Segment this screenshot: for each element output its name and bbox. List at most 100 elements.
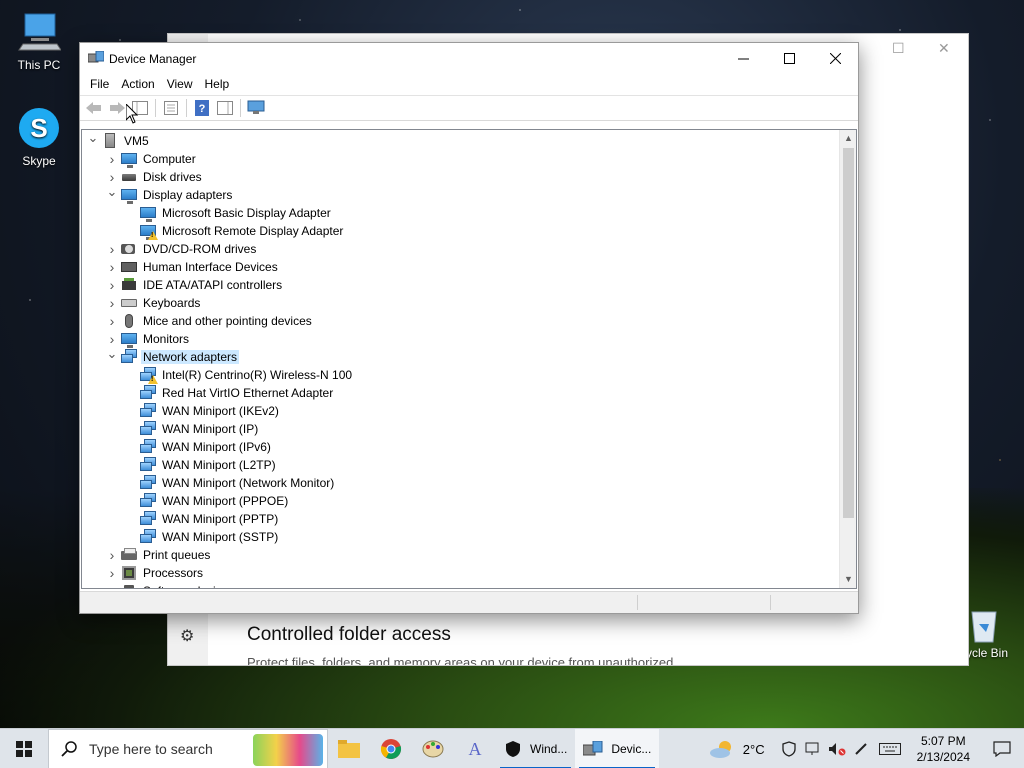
network-tray-icon[interactable] (801, 729, 825, 768)
tree-item[interactable]: WAN Miniport (IPv6) (124, 438, 273, 456)
tree-item[interactable]: ⌄ Network adapters (105, 346, 240, 366)
keyboard-tray-icon[interactable] (873, 729, 907, 768)
menu-help[interactable]: Help (199, 77, 236, 91)
tree-item[interactable]: › DVD/CD-ROM drives (105, 240, 258, 258)
tree-item[interactable]: › Print queues (105, 546, 212, 564)
tree-item[interactable]: › Software devices (105, 582, 236, 588)
volume-tray-icon[interactable] (825, 729, 849, 768)
system-tray: 2°C 5:07 PM 2/13/2024 (709, 729, 1024, 768)
close-icon[interactable]: ✕ (938, 40, 950, 57)
scroll-down-icon[interactable]: ▼ (840, 571, 856, 588)
recycle-bin-icon (971, 611, 997, 643)
tree-item-label: WAN Miniport (L2TP) (162, 458, 276, 472)
tree-item[interactable]: WAN Miniport (Network Monitor) (124, 474, 336, 492)
minimize-icon (737, 58, 749, 59)
desktop-icon-skype[interactable]: S Skype (4, 106, 74, 168)
chevron-right-icon[interactable]: › (105, 241, 119, 257)
pen-icon (854, 743, 867, 755)
chevron-down-icon[interactable]: ⌄ (105, 346, 119, 362)
weather-widget[interactable]: 2°C (709, 739, 765, 759)
clock[interactable]: 5:07 PM 2/13/2024 (907, 733, 980, 765)
back-button[interactable] (84, 98, 104, 118)
chrome-taskbar-button[interactable] (370, 729, 412, 768)
tree-item[interactable]: Microsoft Basic Display Adapter (124, 204, 333, 222)
help-icon: ? (195, 100, 209, 116)
maximize-button[interactable] (766, 43, 812, 73)
network-adapter-icon (121, 349, 137, 365)
chevron-right-icon[interactable]: › (105, 547, 119, 563)
scroll-up-icon[interactable]: ▲ (840, 130, 856, 147)
tree-item[interactable]: › Processors (105, 564, 205, 582)
tree-item[interactable]: WAN Miniport (PPTP) (124, 510, 280, 528)
help-button[interactable]: ? (192, 98, 212, 118)
close-button[interactable] (812, 43, 858, 73)
tree-item[interactable]: Intel(R) Centrino(R) Wireless-N 100 (124, 366, 354, 384)
chevron-right-icon[interactable]: › (105, 151, 119, 167)
chevron-right-icon[interactable]: › (105, 313, 119, 329)
tree-item[interactable]: WAN Miniport (PPPOE) (124, 492, 290, 510)
tree-item[interactable]: Microsoft Remote Display Adapter (124, 222, 345, 240)
tree-item[interactable]: › Disk drives (105, 168, 204, 186)
tree-item[interactable]: › Human Interface Devices (105, 258, 280, 276)
security-tray-icon[interactable] (777, 729, 801, 768)
disk-drive-icon (121, 169, 137, 185)
printer-icon (121, 547, 137, 563)
scan-hardware-button[interactable] (246, 98, 266, 118)
tree-item[interactable]: › Computer (105, 150, 198, 168)
tree-item[interactable]: › Keyboards (105, 294, 202, 312)
chevron-right-icon[interactable]: › (105, 331, 119, 347)
chevron-right-icon[interactable]: › (105, 277, 119, 293)
volume-muted-icon (828, 743, 846, 756)
file-explorer-taskbar-button[interactable] (328, 729, 370, 768)
monitor-icon (121, 331, 137, 348)
properties-button[interactable] (161, 98, 181, 118)
taskbar: Type here to search A Wind... Devic... 2… (0, 728, 1024, 768)
chevron-right-icon[interactable]: › (105, 565, 119, 581)
tree-item-label: Human Interface Devices (143, 260, 278, 274)
tree-item[interactable]: Red Hat VirtIO Ethernet Adapter (124, 384, 335, 402)
tree-item[interactable]: › Mice and other pointing devices (105, 312, 314, 330)
pen-tray-icon[interactable] (849, 729, 873, 768)
palette-icon (422, 740, 444, 757)
vertical-scrollbar[interactable]: ▲ ▼ (839, 130, 856, 588)
chevron-right-icon[interactable]: › (105, 295, 119, 311)
display-adapter-icon (121, 187, 137, 204)
search-highlight-image (253, 733, 323, 766)
menu-action[interactable]: Action (115, 77, 160, 91)
tree-item[interactable]: WAN Miniport (IKEv2) (124, 402, 281, 420)
windows-security-taskbar-button[interactable]: Wind... (496, 729, 575, 768)
menu-bar: File Action View Help (80, 73, 858, 95)
desktop-icon-this-pc[interactable]: This PC (4, 10, 74, 72)
chevron-down-icon[interactable]: ⌄ (86, 130, 100, 146)
tree-item[interactable]: WAN Miniport (SSTP) (124, 528, 280, 546)
tree-item[interactable]: ⌄ VM5 (86, 130, 151, 150)
title-bar[interactable]: Device Manager (80, 43, 858, 73)
minimize-button[interactable] (720, 43, 766, 73)
scrollbar-thumb[interactable] (843, 148, 854, 518)
search-box[interactable]: Type here to search (48, 728, 328, 768)
chevron-right-icon[interactable]: › (105, 259, 119, 275)
tree-item[interactable]: ⌄ Display adapters (105, 184, 234, 204)
notification-center-button[interactable] (980, 729, 1024, 768)
editor-taskbar-button[interactable]: A (454, 729, 496, 768)
device-manager-taskbar-button[interactable]: Devic... (575, 728, 660, 768)
window-title: Device Manager (109, 52, 197, 66)
weather-temperature: 2°C (742, 741, 765, 757)
start-button[interactable] (0, 729, 48, 768)
chevron-right-icon[interactable]: › (105, 169, 119, 185)
tree-item-label: Microsoft Basic Display Adapter (162, 206, 331, 220)
paint-taskbar-button[interactable] (412, 729, 454, 768)
action-pane-button[interactable] (215, 98, 235, 118)
tree-item[interactable]: WAN Miniport (IP) (124, 420, 260, 438)
menu-file[interactable]: File (84, 77, 115, 91)
chevron-right-icon[interactable]: › (105, 583, 119, 588)
tree-item[interactable]: WAN Miniport (L2TP) (124, 456, 278, 474)
gear-icon[interactable]: ⚙ (180, 626, 194, 646)
menu-view[interactable]: View (161, 77, 199, 91)
tree-item[interactable]: › IDE ATA/ATAPI controllers (105, 276, 284, 294)
chevron-down-icon[interactable]: ⌄ (105, 184, 119, 200)
device-tree[interactable]: ⌄ VM5 › Computer › Disk drives ⌄ Display adapte… (82, 130, 839, 588)
maximize-icon[interactable]: ☐ (892, 40, 905, 57)
forward-button[interactable] (107, 98, 127, 118)
forward-arrow-icon (110, 102, 125, 114)
